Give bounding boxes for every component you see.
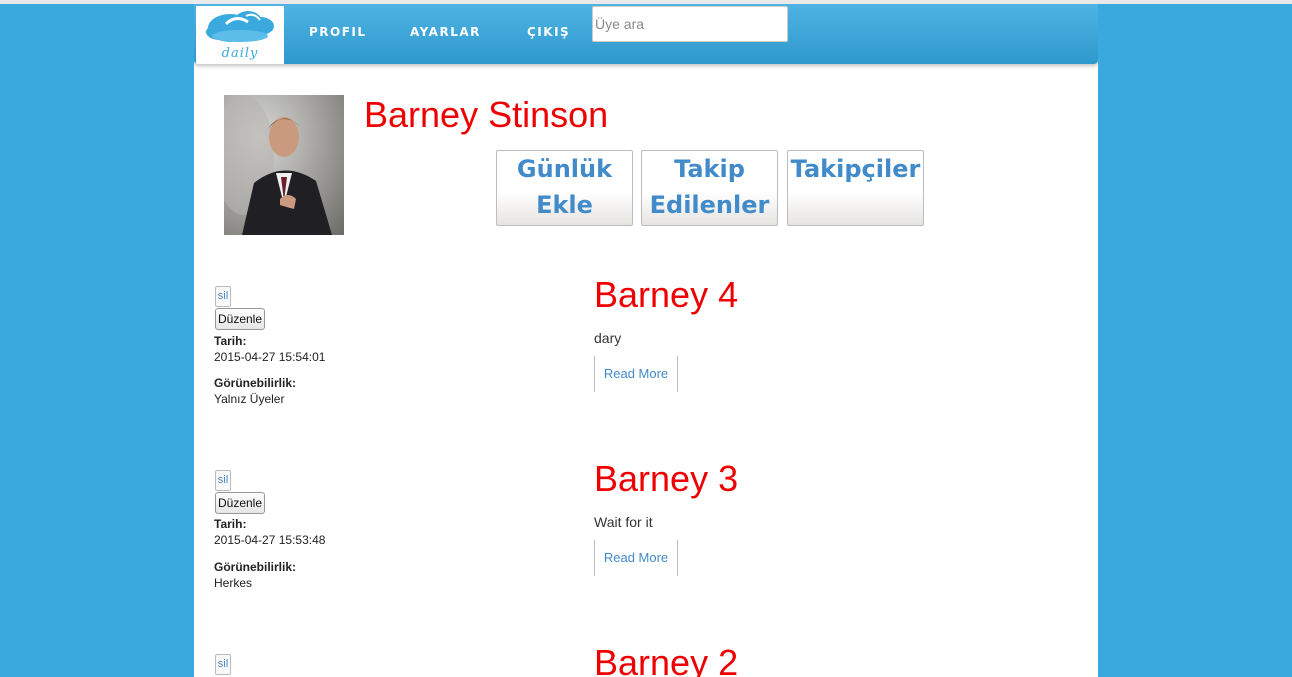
delete-button[interactable]: sil bbox=[215, 654, 231, 675]
nav-logout[interactable]: ÇIKIŞ bbox=[527, 25, 570, 39]
visibility-label: Görünebilirlik: bbox=[214, 560, 297, 574]
read-more-link[interactable]: Read More bbox=[594, 540, 678, 576]
date-value: 2015-04-27 15:54:01 bbox=[214, 350, 326, 364]
entry-title[interactable]: Barney 4 bbox=[594, 274, 738, 316]
following-label-line2: Edilenler bbox=[649, 191, 770, 219]
entry-body: Wait for it bbox=[594, 514, 653, 530]
member-search-input[interactable] bbox=[592, 6, 788, 42]
edit-button[interactable]: Düzenle bbox=[215, 308, 265, 330]
profile-avatar bbox=[224, 95, 344, 235]
add-diary-button[interactable]: Günlük Ekle bbox=[496, 150, 633, 226]
delete-button[interactable]: sil bbox=[215, 286, 231, 307]
visibility-value: Yalnız Üyeler bbox=[214, 392, 285, 406]
entry-title[interactable]: Barney 2 bbox=[594, 642, 738, 677]
entry-title[interactable]: Barney 3 bbox=[594, 458, 738, 500]
date-label: Tarih: bbox=[214, 517, 247, 531]
followers-label: Takipçiler bbox=[790, 155, 921, 183]
cloud-logo-icon bbox=[206, 11, 274, 42]
visibility-label: Görünebilirlik: bbox=[214, 376, 297, 390]
following-label-line1: Takip bbox=[674, 155, 745, 183]
following-button[interactable]: Takip Edilenler bbox=[641, 150, 778, 226]
profile-name: Barney Stinson bbox=[364, 94, 609, 135]
date-value: 2015-04-27 15:53:48 bbox=[214, 533, 326, 547]
add-diary-label-line2: Ekle bbox=[536, 191, 593, 219]
profile-photo bbox=[224, 95, 332, 235]
logo-text: daily bbox=[221, 46, 259, 61]
delete-button[interactable]: sil bbox=[215, 470, 231, 491]
nav-profile[interactable]: PROFIL bbox=[309, 25, 367, 39]
add-diary-label-line1: Günlük bbox=[516, 155, 613, 183]
visibility-value: Herkes bbox=[214, 576, 253, 590]
edit-button[interactable]: Düzenle bbox=[215, 492, 265, 514]
main-container: daily PROFIL AYARLAR ÇIKIŞ Barney Stinso… bbox=[194, 4, 1098, 677]
site-logo[interactable]: daily bbox=[196, 6, 284, 64]
followers-button[interactable]: Takipçiler bbox=[787, 150, 924, 226]
nav-settings[interactable]: AYARLAR bbox=[410, 25, 481, 39]
navbar: daily PROFIL AYARLAR ÇIKIŞ bbox=[194, 4, 1098, 64]
date-label: Tarih: bbox=[214, 334, 247, 348]
read-more-link[interactable]: Read More bbox=[594, 356, 678, 392]
entry-body: dary bbox=[594, 330, 622, 346]
